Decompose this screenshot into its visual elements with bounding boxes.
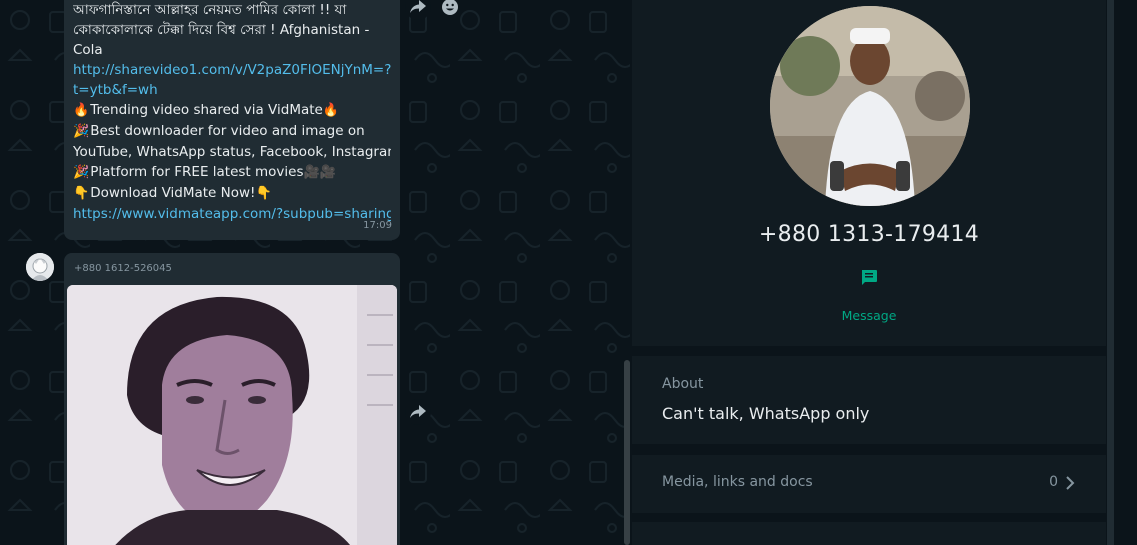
profile-photo-image — [770, 6, 970, 206]
fire-emoji: 🔥 — [73, 103, 90, 118]
message-text-line: 🎉Platform for FREE latest movies🎥🎥 — [73, 164, 336, 180]
point-down-emoji: 👇 — [73, 186, 90, 201]
about-section: About Can't talk, WhatsApp only — [632, 356, 1106, 444]
message-button-label[interactable]: Message — [632, 308, 1106, 323]
shared-photo[interactable] — [67, 285, 397, 545]
party-emoji: 🎉 — [73, 124, 90, 139]
profile-photo[interactable] — [770, 6, 970, 206]
message-bubble[interactable]: আফগানিস্তানে আল্লাহর নেয়মত পামির কোলা !… — [64, 0, 400, 240]
photo-image — [67, 285, 397, 545]
forward-icon — [410, 405, 426, 418]
shared-link[interactable]: https://www.vidmateapp.com/?subpub=shari… — [73, 204, 391, 224]
message-text-line: Cola — [73, 42, 103, 58]
media-links-docs-row[interactable]: Media, links and docs 0 — [632, 455, 1106, 513]
chat-scrollbar[interactable] — [624, 360, 630, 545]
message-text-line: কোকাকোলাকে টেক্কা দিয়ে বিশ্ব সেরা ! Afg… — [73, 22, 370, 38]
about-title: About — [662, 376, 704, 392]
react-button[interactable] — [439, 0, 461, 18]
contact-header-section: +880 1313-179414 Message — [632, 0, 1106, 346]
party-emoji: 🎉 — [73, 165, 90, 180]
camera-emoji: 🎥🎥 — [303, 165, 336, 180]
message-time: 17:09 — [363, 220, 392, 231]
message-text-line: YouTube, WhatsApp status, Facebook, Inst… — [73, 144, 391, 160]
avatar-image — [26, 253, 54, 281]
message-text-line: 👇Download VidMate Now!👇 — [73, 185, 272, 201]
fire-emoji: 🔥 — [322, 103, 340, 118]
next-section — [632, 522, 1106, 545]
message-text-line: 🔥Trending video shared via VidMate🔥 — [73, 102, 340, 118]
forward-button[interactable] — [405, 399, 431, 425]
media-label: Media, links and docs — [662, 474, 813, 490]
point-down-emoji: 👇 — [255, 186, 272, 201]
image-message-bubble[interactable]: +880 1612-526045 — [64, 253, 400, 545]
sender-avatar[interactable] — [26, 253, 54, 281]
message-text-line: আফগানিস্তানে আল্লাহর নেয়মত পামির কোলা !… — [73, 2, 347, 18]
contact-info-panel: +880 1313-179414 Message About Can't tal… — [631, 0, 1137, 545]
shared-link[interactable]: http://sharevideo1.com/v/V2paZ0FlOENjYnM… — [73, 60, 391, 80]
shared-link-cont[interactable]: t=ytb&f=wh — [73, 80, 391, 100]
panel-scrollbar[interactable] — [1107, 0, 1114, 545]
about-text: Can't talk, WhatsApp only — [662, 404, 870, 423]
forward-icon — [410, 0, 426, 13]
sender-name: +880 1612-526045 — [74, 263, 172, 274]
emoji-icon — [442, 0, 458, 15]
chevron-right-icon — [1066, 476, 1075, 490]
message-icon[interactable] — [860, 269, 878, 287]
media-count: 0 — [1049, 474, 1058, 490]
chat-area: আফগানিস্তানে আল্লাহর নেয়মত পামির কোলা !… — [0, 0, 631, 545]
message-text-line: 🎉Best downloader for video and image on — [73, 123, 365, 139]
contact-phone: +880 1313-179414 — [758, 222, 980, 247]
